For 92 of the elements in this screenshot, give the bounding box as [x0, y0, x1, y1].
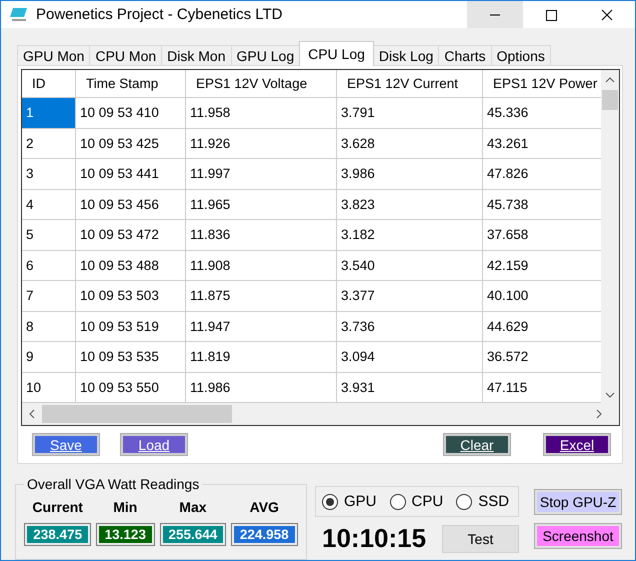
- scroll-down-icon[interactable]: [605, 391, 616, 399]
- table-cell: 5: [22, 220, 76, 250]
- column-header[interactable]: Time Stamp: [76, 70, 186, 97]
- radio-option[interactable]: CPU: [390, 493, 444, 510]
- reading-value: 224.958: [232, 524, 297, 545]
- table-cell: 10 09 53 472: [76, 220, 186, 250]
- table-cell: 11.965: [186, 190, 337, 219]
- vertical-scrollbar[interactable]: [601, 70, 619, 403]
- reading-label: Current: [32, 499, 83, 515]
- column-header[interactable]: EPS1 12V Power: [483, 70, 602, 97]
- table-cell: 3.628: [337, 128, 483, 158]
- table-cell: 11.986: [186, 372, 337, 402]
- scrollbar-thumb[interactable]: [42, 405, 232, 423]
- table-cell: 2: [22, 128, 76, 158]
- tab[interactable]: CPU Log: [299, 41, 374, 66]
- table-cell-text: 36.572: [486, 348, 530, 366]
- group-title: Overall VGA Watt Readings: [24, 476, 202, 492]
- table-cell-text: 45.738: [486, 196, 530, 214]
- table-cell: 3.377: [337, 281, 483, 310]
- table-cell: 6: [22, 250, 76, 280]
- clock: 10:10:15: [321, 523, 426, 554]
- table-cell-text: 47.115: [486, 378, 528, 397]
- table-cell: 10 09 53 410: [76, 98, 186, 128]
- table-cell-text: 45.336: [486, 104, 530, 122]
- table-cell-text: 42.159: [486, 256, 530, 275]
- table-cell-text: 40.100: [486, 287, 530, 306]
- table-cell-text: 37.658: [486, 226, 530, 244]
- table-cell: 4: [22, 190, 76, 219]
- reading-value: 238.475: [25, 524, 90, 545]
- reading-value: 255.644: [160, 524, 226, 545]
- action-button[interactable]: Load: [121, 434, 187, 455]
- table-cell: 11.875: [186, 281, 337, 310]
- tab[interactable]: GPU Mon: [17, 45, 90, 66]
- table-cell: 3: [22, 159, 76, 188]
- table-cell: 3.823: [337, 190, 483, 219]
- table-cell: 1: [22, 98, 76, 128]
- table-cell: 11.836: [186, 220, 337, 250]
- table-cell: 3.791: [337, 98, 483, 128]
- table-cell: 11.997: [186, 159, 337, 188]
- window-title: Powenetics Project - Cybenetics LTD: [36, 6, 282, 23]
- radio-option[interactable]: GPU: [322, 493, 377, 510]
- table-cell: 3.182: [337, 220, 483, 250]
- table-cell: 8: [22, 312, 76, 341]
- table-cell: 10: [22, 372, 76, 402]
- maximize-icon: [545, 8, 557, 20]
- table-cell: 7: [22, 281, 76, 310]
- table-cell: 10 09 53 456: [76, 190, 186, 219]
- table-cell: 11.958: [186, 98, 337, 128]
- table-cell: 10 09 53 519: [76, 312, 186, 341]
- column-header[interactable]: EPS1 12V Current: [337, 70, 483, 97]
- action-button[interactable]: Excel: [544, 434, 610, 455]
- tab[interactable]: Disk Log: [372, 45, 440, 66]
- tab[interactable]: GPU Log: [230, 45, 300, 66]
- reading-label: Max: [179, 499, 207, 515]
- action-button[interactable]: Clear: [444, 434, 510, 455]
- table-cell: 11.947: [186, 312, 337, 341]
- table-cell-text: 44.629: [486, 318, 530, 336]
- reading-value: 13.123: [96, 524, 154, 545]
- table-cell: 3.986: [337, 159, 483, 188]
- action-button[interactable]: Screenshot: [535, 524, 621, 548]
- table-cell: 10 09 53 488: [76, 250, 186, 280]
- table-cell: 9: [22, 342, 76, 372]
- reading-label: AVG: [250, 499, 279, 515]
- table-cell: 11.819: [186, 342, 337, 372]
- table-cell: 11.908: [186, 250, 337, 280]
- logo-icon: [10, 6, 30, 22]
- table-cell: 3.094: [337, 342, 483, 372]
- scroll-up-icon[interactable]: [605, 76, 616, 84]
- horizontal-scrollbar[interactable]: [22, 403, 619, 425]
- action-button[interactable]: Stop GPU-Z: [535, 490, 621, 514]
- tab[interactable]: Options: [490, 45, 551, 66]
- table-cell: 3.540: [337, 250, 483, 280]
- reading-label: Min: [113, 499, 138, 515]
- table-cell-text: 47.826: [486, 165, 530, 184]
- table-cell: 3.736: [337, 312, 483, 341]
- table-cell: 10 09 53 550: [76, 372, 186, 402]
- column-header[interactable]: EPS1 12V Voltage: [186, 70, 337, 97]
- test-button[interactable]: Test: [442, 524, 519, 552]
- action-button[interactable]: Save: [33, 434, 99, 455]
- table-cell: 11.926: [186, 128, 337, 158]
- scrollbar-thumb[interactable]: [602, 90, 618, 110]
- radio-option[interactable]: SSD: [456, 493, 510, 510]
- scroll-right-icon[interactable]: [595, 409, 603, 419]
- table-cell: 10 09 53 535: [76, 342, 186, 372]
- table-cell: 10 09 53 503: [76, 281, 186, 310]
- scroll-left-icon[interactable]: [28, 409, 36, 419]
- table-cell: 10 09 53 441: [76, 159, 186, 188]
- table-cell: 3.931: [337, 372, 483, 402]
- table-cell: 10 09 53 425: [76, 128, 186, 158]
- table-cell-text: 43.261: [486, 134, 530, 153]
- column-header[interactable]: ID: [22, 70, 76, 97]
- close-icon: [601, 8, 613, 20]
